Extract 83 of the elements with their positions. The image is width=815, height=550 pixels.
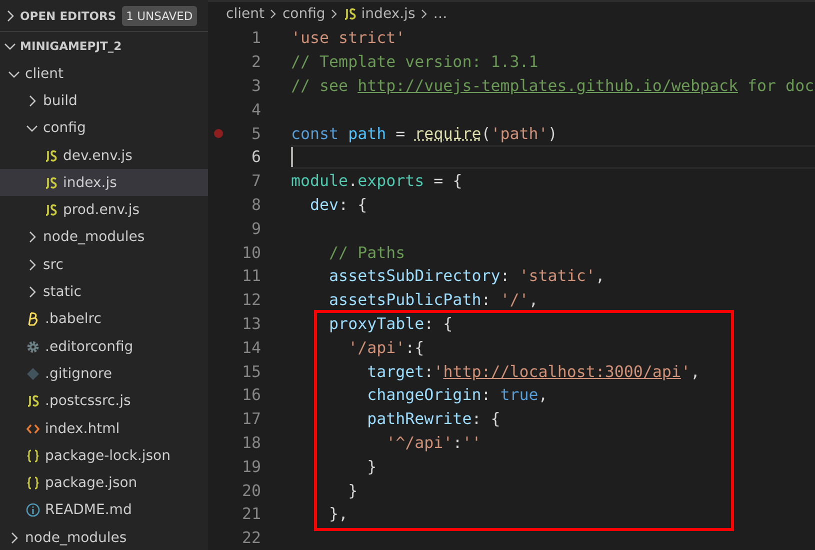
line-number: 2 <box>251 51 261 74</box>
file-name[interactable]: .editorconfig <box>45 338 134 355</box>
folder-name[interactable]: src <box>43 256 64 273</box>
code-line: }, <box>328 503 348 526</box>
code-line: } <box>366 456 377 478</box>
text-cursor <box>291 147 293 168</box>
code-line: module.exports = { <box>291 170 462 192</box>
folder-name[interactable]: node_modules <box>25 530 127 546</box>
file-name[interactable]: prod.env.js <box>63 202 140 218</box>
file-name[interactable]: index.js <box>63 174 117 191</box>
line-number: 12 <box>242 289 261 312</box>
file-name[interactable]: README.md <box>45 502 132 518</box>
line-number: 16 <box>242 384 261 406</box>
code-line: pathRewrite: { <box>366 408 500 430</box>
line-number: 8 <box>251 194 261 216</box>
file-name[interactable]: index.html <box>45 420 120 436</box>
angle-brackets-icon <box>26 422 40 436</box>
line-number: 17 <box>242 408 261 430</box>
folder-name[interactable]: config <box>43 120 86 136</box>
code-line: '^/api':'' <box>385 432 482 454</box>
code-line: // Template version: 1.3.1 <box>291 51 538 74</box>
code-line: '/api':{ <box>347 336 424 359</box>
line-number: 20 <box>242 480 261 502</box>
chevron-right-icon <box>268 9 278 20</box>
folder-name[interactable]: build <box>43 92 78 109</box>
line-number: 15 <box>242 360 261 383</box>
line-number: 19 <box>242 456 261 478</box>
breadcrumb-item[interactable]: … <box>433 6 448 22</box>
folder-name[interactable]: static <box>43 284 82 300</box>
breakpoint-dot[interactable] <box>214 129 223 138</box>
breadcrumb-item[interactable]: index.js <box>361 6 416 22</box>
info-icon <box>26 503 40 518</box>
code-line: // Paths <box>328 242 406 264</box>
code-line: assetsSubDirectory: 'static', <box>328 265 605 288</box>
js-file-icon <box>44 176 58 190</box>
js-file-icon <box>343 7 358 22</box>
file-name[interactable]: package.json <box>45 475 138 492</box>
gear-icon <box>26 340 40 354</box>
file-name[interactable]: .gitignore <box>45 366 112 382</box>
line-number: 6 <box>251 146 261 168</box>
unsaved-badge: 1 UNSAVED <box>122 6 197 26</box>
line-number: 13 <box>242 313 261 336</box>
code-line: // see http://vuejs-templates.github.io/webpack for doc <box>291 75 814 98</box>
line-number: 9 <box>251 218 261 240</box>
code-line: changeOrigin: true, <box>366 384 548 406</box>
folder-name[interactable]: client <box>25 66 64 82</box>
line-number: 3 <box>251 75 261 98</box>
js-file-icon <box>44 203 58 218</box>
code-line: 'use strict' <box>291 27 406 50</box>
js-file-icon <box>26 394 40 408</box>
file-name[interactable]: .babelrc <box>45 311 102 328</box>
code-line: proxyTable: { <box>328 313 453 336</box>
code-line: target:'http://localhost:3000/api', <box>366 360 700 383</box>
code-line: const path = require('path') <box>291 122 558 145</box>
file-name[interactable]: package-lock.json <box>45 448 170 464</box>
chevron-right-icon <box>419 9 430 20</box>
line-number: 5 <box>251 122 261 145</box>
line-number: 21 <box>242 503 261 526</box>
section-title[interactable]: OPEN EDITORS <box>20 8 116 22</box>
file-name[interactable]: .postcssrc.js <box>45 393 131 410</box>
braces-icon <box>26 448 40 463</box>
chevron-right-icon <box>329 9 340 20</box>
code-line: } <box>347 480 358 502</box>
line-number: 18 <box>242 432 261 454</box>
line-number: 11 <box>242 265 261 288</box>
line-number: 7 <box>251 170 261 192</box>
line-number: 14 <box>242 336 261 359</box>
line-number: 1 <box>251 27 261 50</box>
diamond-icon <box>26 366 40 381</box>
code-line: assetsPublicPath: '/', <box>328 289 538 312</box>
braces-icon <box>26 476 40 490</box>
file-name[interactable]: dev.env.js <box>63 148 132 164</box>
code-line: dev: { <box>309 194 368 216</box>
b-letter-icon <box>26 312 40 326</box>
breadcrumb-item[interactable]: client <box>226 6 264 22</box>
js-file-icon <box>44 148 58 163</box>
project-title[interactable]: MINIGAMEPJT_2 <box>20 39 122 53</box>
selected-tree-item[interactable]: index.js <box>0 169 208 196</box>
line-number: 4 <box>251 98 261 121</box>
folder-name[interactable]: node_modules <box>43 229 145 246</box>
line-number: 10 <box>242 242 261 264</box>
line-number: 22 <box>242 527 261 550</box>
breadcrumb-item[interactable]: config <box>282 6 326 22</box>
